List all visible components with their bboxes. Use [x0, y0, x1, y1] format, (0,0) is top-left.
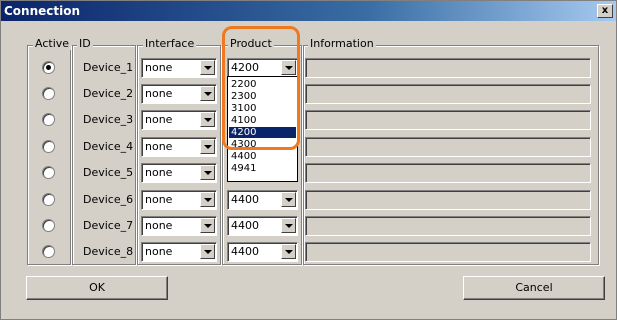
- interface-combo[interactable]: none: [141, 84, 217, 104]
- product-combo[interactable]: 4400: [227, 216, 298, 236]
- active-radio[interactable]: [42, 61, 55, 74]
- chevron-down-icon[interactable]: [200, 165, 215, 180]
- chevron-down-icon[interactable]: [200, 192, 215, 207]
- interface-combo[interactable]: none: [141, 163, 217, 183]
- interface-combo[interactable]: none: [141, 137, 217, 157]
- dropdown-option[interactable]: 4941: [229, 163, 296, 174]
- interface-value: none: [145, 113, 173, 126]
- chevron-down-icon[interactable]: [200, 86, 215, 101]
- id-group: [72, 45, 136, 265]
- information-field: [305, 110, 591, 130]
- close-icon[interactable]: x: [597, 4, 613, 18]
- chevron-down-icon[interactable]: [200, 60, 215, 75]
- chevron-down-icon[interactable]: [200, 244, 215, 259]
- id-header: ID: [77, 37, 93, 50]
- interface-value: none: [145, 61, 173, 74]
- active-group: [27, 45, 71, 265]
- dropdown-option[interactable]: 4400: [229, 151, 296, 162]
- interface-header: Interface: [143, 37, 197, 50]
- device-id: Device_8: [83, 245, 134, 258]
- device-id: Device_5: [83, 166, 134, 179]
- title-bar: Connection x: [1, 1, 616, 21]
- product-value: 4400: [231, 219, 259, 232]
- product-value: 4400: [231, 193, 259, 206]
- cancel-button[interactable]: Cancel: [463, 276, 605, 300]
- active-header: Active: [33, 37, 72, 50]
- connection-dialog: Connection x Active ID Interface Product…: [0, 0, 617, 320]
- device-id: Device_7: [83, 219, 134, 232]
- device-id: Device_6: [83, 193, 134, 206]
- information-field: [305, 58, 591, 78]
- chevron-down-icon[interactable]: [281, 244, 296, 259]
- device-id: Device_2: [83, 87, 134, 100]
- radio-dot: [46, 65, 51, 70]
- product-value: 4400: [231, 245, 259, 258]
- information-field: [305, 242, 591, 262]
- chevron-down-icon[interactable]: [200, 139, 215, 154]
- interface-combo[interactable]: none: [141, 190, 217, 210]
- information-field: [305, 163, 591, 183]
- device-id: Device_4: [83, 140, 134, 153]
- device-id: Device_1: [83, 61, 134, 74]
- product-highlight-annotation: [222, 26, 300, 150]
- device-id: Device_3: [83, 113, 134, 126]
- product-combo[interactable]: 4400: [227, 242, 298, 262]
- information-field: [305, 84, 591, 104]
- interface-value: none: [145, 166, 173, 179]
- active-radio[interactable]: [42, 219, 55, 232]
- chevron-down-icon[interactable]: [200, 218, 215, 233]
- interface-combo[interactable]: none: [141, 216, 217, 236]
- ok-button[interactable]: OK: [26, 276, 168, 300]
- chevron-down-icon[interactable]: [281, 218, 296, 233]
- interface-value: none: [145, 219, 173, 232]
- information-field: [305, 190, 591, 210]
- active-radio[interactable]: [42, 87, 55, 100]
- interface-value: none: [145, 140, 173, 153]
- chevron-down-icon[interactable]: [200, 112, 215, 127]
- interface-combo[interactable]: none: [141, 58, 217, 78]
- active-radio[interactable]: [42, 166, 55, 179]
- window-title: Connection: [4, 4, 81, 18]
- information-field: [305, 137, 591, 157]
- interface-value: none: [145, 193, 173, 206]
- active-radio[interactable]: [42, 245, 55, 258]
- interface-combo[interactable]: none: [141, 110, 217, 130]
- information-header: Information: [308, 37, 376, 50]
- interface-value: none: [145, 245, 173, 258]
- active-radio[interactable]: [42, 193, 55, 206]
- interface-combo[interactable]: none: [141, 242, 217, 262]
- information-field: [305, 216, 591, 236]
- active-radio[interactable]: [42, 113, 55, 126]
- interface-value: none: [145, 87, 173, 100]
- product-combo[interactable]: 4400: [227, 190, 298, 210]
- chevron-down-icon[interactable]: [281, 192, 296, 207]
- active-radio[interactable]: [42, 140, 55, 153]
